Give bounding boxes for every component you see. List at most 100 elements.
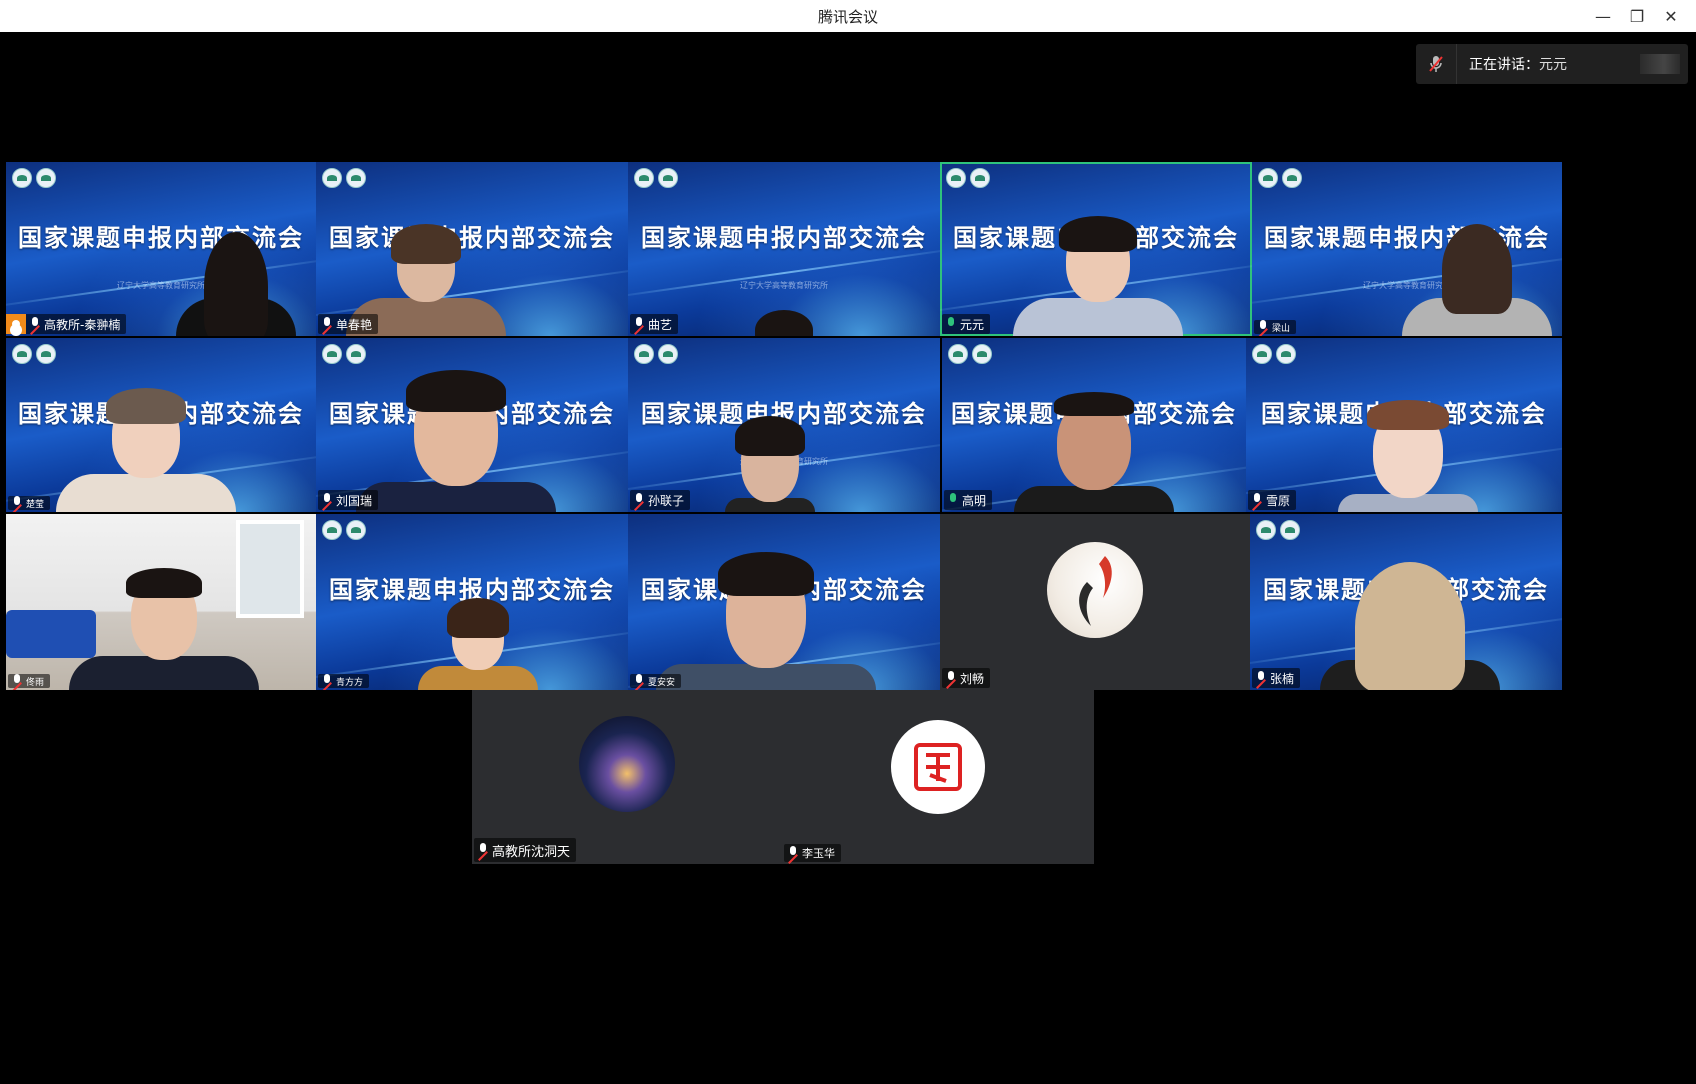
logo-icon (972, 344, 992, 364)
logo-icon (1252, 344, 1272, 364)
participant-name: 元元 (960, 317, 985, 332)
close-icon[interactable]: ✕ (1654, 0, 1688, 32)
participant-nametag: 张楠 (1252, 668, 1301, 688)
logo-icon (12, 168, 32, 188)
banner-text: 国家课题申报内部交流会 (641, 223, 927, 252)
org-logos (1252, 344, 1296, 364)
participant-video (725, 416, 815, 512)
video-tile[interactable]: 国家课题申报内部交流会 刘国瑞 (316, 338, 628, 512)
speaking-label: 正在讲话： (1469, 57, 1539, 73)
participant-nametag: 梁山 (1254, 320, 1297, 334)
mic-muted-icon (12, 674, 22, 688)
banner-subtext: 辽宁大学高等教育研究所 (740, 281, 828, 290)
participant-name: 孙联子 (648, 493, 685, 508)
logo-icon (946, 168, 966, 188)
mic-muted-icon (30, 317, 40, 331)
org-logos (322, 520, 366, 540)
logo-icon (322, 520, 342, 540)
video-tile[interactable]: 国家课题申报内部交流会 高明 (942, 338, 1246, 512)
mic-muted-icon (322, 493, 332, 507)
participant-name: 雪原 (1266, 493, 1291, 508)
mic-muted-icon (1258, 320, 1268, 334)
org-logos (946, 168, 990, 188)
mic-muted-icon (1256, 671, 1266, 685)
logo-icon (634, 168, 654, 188)
participant-video (356, 370, 556, 512)
participant-name: 高教所沈洞天 (492, 844, 571, 860)
participant-video (1320, 562, 1500, 690)
logo-icon (658, 344, 678, 364)
org-logos (322, 168, 366, 188)
logo-icon (1280, 520, 1300, 540)
participant-name: 张楠 (1270, 671, 1295, 686)
minimize-icon[interactable]: — (1586, 0, 1620, 32)
video-tile-active-speaker[interactable]: 国家课题申报内部交流会 元元 (940, 162, 1252, 336)
mic-muted-icon (1252, 493, 1262, 507)
video-tile[interactable]: 国家课题申报内部交流会 雪原 (1246, 338, 1562, 512)
logo-icon (948, 344, 968, 364)
participant-nametag: 高教所沈洞天 (474, 838, 577, 862)
video-tile[interactable]: 国家课题申报内部交流会 辽宁大学高等教育研究所 梁山 (1252, 162, 1562, 336)
mic-muted-icon (12, 496, 22, 510)
participant-video (1013, 216, 1183, 336)
participant-name: 曲艺 (648, 317, 673, 332)
video-tile[interactable]: 国家课题申报内部交流会 辽宁大学高等教育研究所 曲艺 (628, 162, 940, 336)
participant-video (1338, 400, 1478, 512)
mic-muted-icon (788, 846, 798, 860)
logo-icon (322, 168, 342, 188)
participant-nametag: 雪原 (1248, 490, 1297, 510)
participant-name: 夏安安 (648, 677, 676, 688)
video-tile-camera-off[interactable]: 高教所沈洞天 (472, 690, 782, 864)
title-bar: 腾讯会议 — ❐ ✕ (0, 0, 1696, 32)
participant-video (656, 552, 876, 690)
mic-muted-icon (634, 674, 644, 688)
participant-video (69, 568, 259, 690)
org-logos (634, 344, 678, 364)
logo-icon (346, 344, 366, 364)
participant-name: 高明 (962, 493, 987, 508)
mic-muted-icon (1416, 44, 1457, 84)
participant-nametag: 夏安安 (630, 674, 682, 688)
logo-icon (36, 168, 56, 188)
window-title: 腾讯会议 (817, 7, 878, 26)
mic-icon (948, 493, 958, 507)
org-logos (12, 168, 56, 188)
participant-nametag: 孙联子 (630, 490, 691, 510)
restore-icon[interactable]: ❐ (1620, 0, 1654, 32)
mic-icon (946, 317, 956, 331)
video-tile[interactable]: 国家课题申报内部交流会 辽宁大学高等教育研究所 高教所-秦翀楠 (6, 162, 316, 336)
logo-icon (12, 344, 32, 364)
video-tile[interactable]: 国家课题申报内部交流会 楚莹 (6, 338, 316, 512)
speaking-name: 元元 (1539, 57, 1567, 73)
logo-icon (634, 344, 654, 364)
participant-name: 梁山 (1272, 323, 1291, 334)
logo-icon (1276, 344, 1296, 364)
participant-nametag: 青方方 (318, 674, 370, 688)
window-controls: — ❐ ✕ (1586, 0, 1688, 32)
mic-muted-icon (478, 843, 488, 857)
participant-name: 单春艳 (336, 317, 373, 332)
video-tile-camera-off[interactable]: 刘畅 (940, 514, 1250, 690)
video-stage: 正在讲话： 元元 国家课题申报内部交流会 辽宁大学高等教育研究所 高教所-秦翀楠… (6, 32, 1688, 1080)
video-tile[interactable]: 佟雨 (6, 514, 316, 690)
org-logos (12, 344, 56, 364)
video-tile[interactable]: 国家课题申报内部交流会 张楠 (1250, 514, 1562, 690)
participant-avatar (891, 720, 985, 814)
logo-icon (322, 344, 342, 364)
participant-video (755, 310, 813, 336)
video-tile[interactable]: 国家课题申报内部交流会 单春艳 (316, 162, 628, 336)
logo-icon (658, 168, 678, 188)
mic-muted-icon (634, 493, 644, 507)
logo-icon (1282, 168, 1302, 188)
video-tile[interactable]: 国家课题申报内部交流会 辽宁大学高等教育研究所 孙联子 (628, 338, 940, 512)
video-tile[interactable]: 国家课题申报内部交流会 青方方 (316, 514, 628, 690)
video-tile[interactable]: 国家课题申报内部交流会 夏安安 (628, 514, 940, 690)
speaking-decoration (1640, 54, 1680, 74)
org-logos (1258, 168, 1302, 188)
participant-nametag: 曲艺 (630, 314, 679, 334)
participant-nametag: 刘国瑞 (318, 490, 379, 510)
participant-video (418, 598, 538, 690)
video-tile-camera-off[interactable]: 李玉华 (782, 690, 1094, 864)
participant-nametag: 刘畅 (942, 668, 991, 688)
participant-avatar (579, 716, 675, 812)
